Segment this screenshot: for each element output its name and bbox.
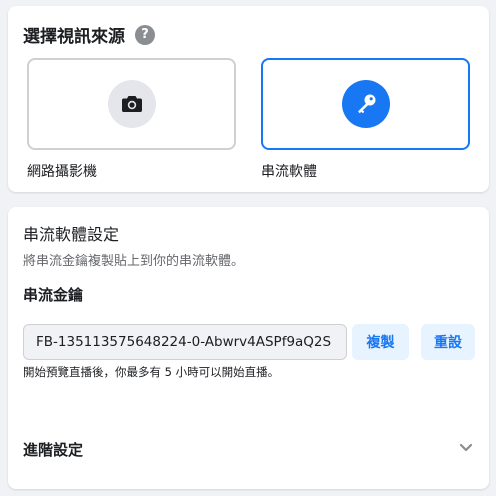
settings-title: 串流軟體設定 [23,225,120,244]
chevron-down-icon [458,439,474,459]
webcam-option-label: 網路攝影機 [27,164,97,180]
preview-hint: 開始預覽直播後，你最多有 5 小時可以開始直播。 [23,365,280,379]
video-source-title-text: 選擇視訊來源 [23,27,125,47]
camera-icon [107,80,156,128]
stream-key-heading: 串流金鑰 [23,286,84,304]
settings-description: 將串流金鑰複製貼上到你的串流軟體。 [23,254,245,269]
advanced-settings-label: 進階設定 [23,440,84,459]
streaming-software-option-label: 串流軟體 [261,164,317,180]
webcam-option[interactable] [27,58,236,150]
video-source-card: 選擇視訊來源 ? 網路攝影機 串流軟體 [8,6,489,192]
video-source-title: 選擇視訊來源 ? [23,22,155,47]
streaming-settings-card: 串流軟體設定 將串流金鑰複製貼上到你的串流軟體。 串流金鑰 複製 重設 開始預覽… [8,207,489,489]
advanced-settings-toggle[interactable]: 進階設定 [8,429,489,469]
reset-button[interactable]: 重設 [421,324,475,360]
stream-key-field[interactable] [23,324,347,360]
copy-button[interactable]: 複製 [352,324,409,360]
streaming-software-option[interactable] [261,58,470,150]
help-icon[interactable]: ? [135,24,155,45]
key-icon [341,80,390,128]
